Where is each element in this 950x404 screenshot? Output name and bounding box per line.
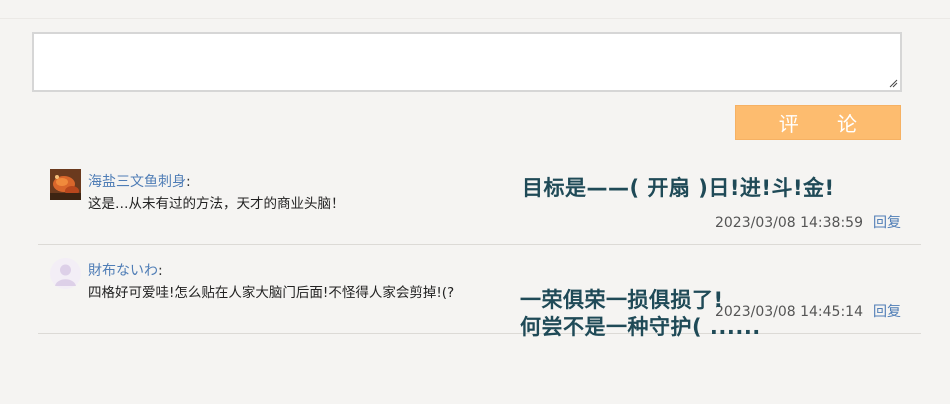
username-text[interactable]: 海盐三文鱼刺身 xyxy=(88,174,186,190)
comment-text: 四格好可爱哇!怎么贴在人家大脑门后面!不怪得人家会剪掉!(? xyxy=(88,285,455,301)
username-colon: : xyxy=(186,174,191,190)
food-photo-avatar-icon xyxy=(50,169,81,200)
user-avatar[interactable] xyxy=(50,258,81,289)
submit-label-char: 评 xyxy=(778,112,799,136)
reply-link[interactable]: 回复 xyxy=(873,304,901,320)
comment-submit-button[interactable]: 评 论 xyxy=(735,105,901,140)
danmaku-text: 目标是——( 开扇 )日!进!斗!金! xyxy=(522,176,835,200)
comment-meta: 2023/03/08 14:38:59 回复 xyxy=(715,212,901,232)
comment-input[interactable] xyxy=(32,32,902,92)
danmaku-text: 一荣俱荣一损俱损了! 何尝不是一种守护( ...... xyxy=(520,288,761,339)
comment-username[interactable]: 財布ないわ: xyxy=(88,260,163,280)
reply-link[interactable]: 回复 xyxy=(873,215,901,231)
resize-grip-icon[interactable] xyxy=(888,78,898,88)
user-avatar[interactable] xyxy=(50,169,81,200)
comment-item: 財布ないわ: 四格好可爱哇!怎么贴在人家大脑门后面!不怪得人家会剪掉!(? 20… xyxy=(38,245,921,334)
submit-label-char: 论 xyxy=(837,112,858,136)
username-colon: : xyxy=(158,263,163,279)
comment-text: 这是…从未有过的方法，天才的商业头脑！ xyxy=(88,196,345,212)
comment-timestamp: 2023/03/08 14:38:59 xyxy=(714,215,863,231)
username-text[interactable]: 財布ないわ xyxy=(88,263,158,279)
default-avatar-icon xyxy=(50,258,81,289)
top-divider xyxy=(0,18,950,19)
comment-username[interactable]: 海盐三文鱼刺身: xyxy=(88,171,191,191)
